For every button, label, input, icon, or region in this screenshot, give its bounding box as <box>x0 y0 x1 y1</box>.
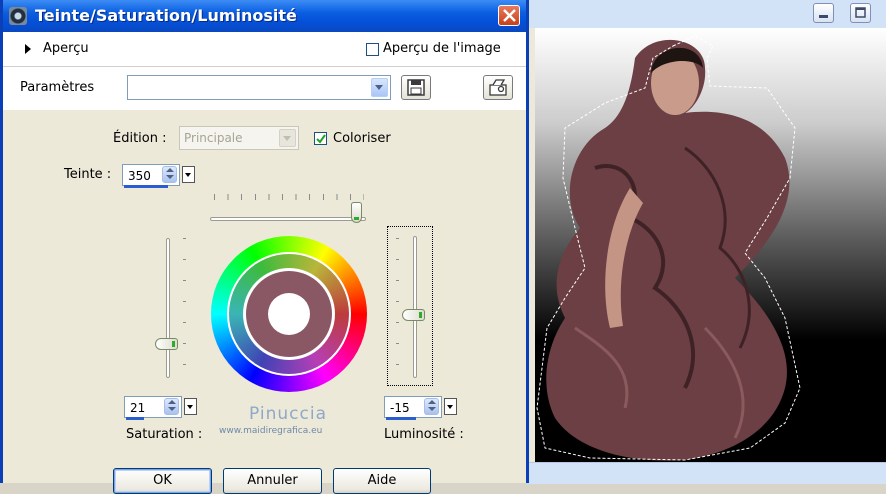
watermark-url: www.maidiregrafica.eu <box>219 426 323 436</box>
luminosity-value: -15 <box>390 401 410 415</box>
image-content <box>536 35 801 461</box>
hue-color-wheel[interactable] <box>211 236 367 392</box>
dialog-title: Teinte/Saturation/Luminosité <box>35 6 297 25</box>
saturation-number-input[interactable]: 21 <box>124 396 200 420</box>
image-window <box>529 0 886 484</box>
saturation-spinner[interactable] <box>164 398 179 415</box>
presets-row: Paramètres <box>3 66 526 111</box>
help-button-label: Aide <box>367 473 397 488</box>
hue-dropdown-button[interactable] <box>182 166 195 183</box>
hue-slider-track[interactable] <box>210 217 366 221</box>
saturation-slider-thumb[interactable] <box>155 338 178 350</box>
saturation-level-bar <box>126 417 144 420</box>
luminosity-slider-ticks <box>396 238 399 368</box>
tool-icon <box>489 79 507 96</box>
minimize-button[interactable] <box>813 3 834 23</box>
luminosity-number-input[interactable]: -15 <box>384 396 460 420</box>
saturation-slider-track[interactable] <box>166 238 170 378</box>
cancel-button-label: Annuler <box>247 473 298 488</box>
preview-row: Aperçu Aperçu de l'image <box>3 32 526 66</box>
preview-label[interactable]: Aperçu <box>43 41 89 56</box>
ok-button-label: OK <box>153 473 172 488</box>
checkmark-icon <box>316 134 326 144</box>
save-preset-button[interactable] <box>401 75 431 100</box>
colorize-label[interactable]: Coloriser <box>333 131 391 146</box>
edition-value: Principale <box>184 131 243 145</box>
close-icon <box>503 9 516 22</box>
image-window-statusbar <box>529 462 886 484</box>
watermark-name: Pinuccia <box>249 404 327 424</box>
preset-options-button[interactable] <box>483 75 513 100</box>
hue-number-input[interactable]: 350 <box>122 164 198 188</box>
help-button[interactable]: Aide <box>333 468 431 494</box>
hue-saturation-dialog: Teinte/Saturation/Luminosité Aperçu Aper… <box>0 0 529 494</box>
hue-level-bar <box>124 185 168 188</box>
chevron-down-icon[interactable] <box>371 78 388 97</box>
edition-label: Édition : <box>113 131 167 146</box>
presets-label: Paramètres <box>20 80 95 95</box>
hue-value: 350 <box>128 169 151 183</box>
maximize-button[interactable] <box>850 3 871 23</box>
image-preview-checkbox[interactable] <box>366 43 379 56</box>
luminosity-slider-track[interactable] <box>413 236 417 378</box>
floppy-disk-icon <box>407 79 425 96</box>
hue-label: Teinte : <box>64 167 112 182</box>
expand-triangle-icon[interactable] <box>25 44 31 54</box>
minimize-icon <box>819 15 828 18</box>
luminosity-spinner[interactable] <box>424 398 439 415</box>
hue-spinner[interactable] <box>162 166 177 183</box>
ok-button[interactable]: OK <box>113 468 212 494</box>
dialog-titlebar[interactable]: Teinte/Saturation/Luminosité <box>3 0 526 32</box>
image-preview-label[interactable]: Aperçu de l'image <box>383 41 501 56</box>
luminosity-level-bar <box>386 417 416 420</box>
presets-dropdown[interactable] <box>127 75 391 100</box>
saturation-slider-ticks <box>183 238 186 368</box>
luminosity-focus-box <box>387 226 433 386</box>
image-window-titlebar[interactable] <box>529 0 886 28</box>
edition-dropdown: Principale <box>179 126 299 150</box>
hue-slider-ticks <box>214 194 364 200</box>
luminosity-dropdown-button[interactable] <box>444 398 457 415</box>
saturation-value: 21 <box>130 401 146 415</box>
dialog-body: Aperçu Aperçu de l'image Paramètres Édit… <box>3 32 526 494</box>
hue-slider-thumb[interactable] <box>351 202 363 223</box>
luminosity-label: Luminosité : <box>384 427 464 442</box>
luminosity-slider-thumb[interactable] <box>402 309 425 321</box>
colorize-checkbox[interactable] <box>314 132 327 145</box>
maximize-icon <box>855 7 866 18</box>
saturation-label: Saturation : <box>126 427 203 442</box>
controls-area: Édition : Principale Coloriser Teinte : … <box>3 110 526 494</box>
saturation-dropdown-button[interactable] <box>184 398 197 415</box>
chevron-down-icon <box>279 129 296 147</box>
cancel-button[interactable]: Annuler <box>223 468 322 494</box>
close-button[interactable] <box>498 5 520 26</box>
wheel-center <box>268 293 310 335</box>
app-icon <box>9 7 27 25</box>
image-canvas[interactable] <box>535 28 886 462</box>
